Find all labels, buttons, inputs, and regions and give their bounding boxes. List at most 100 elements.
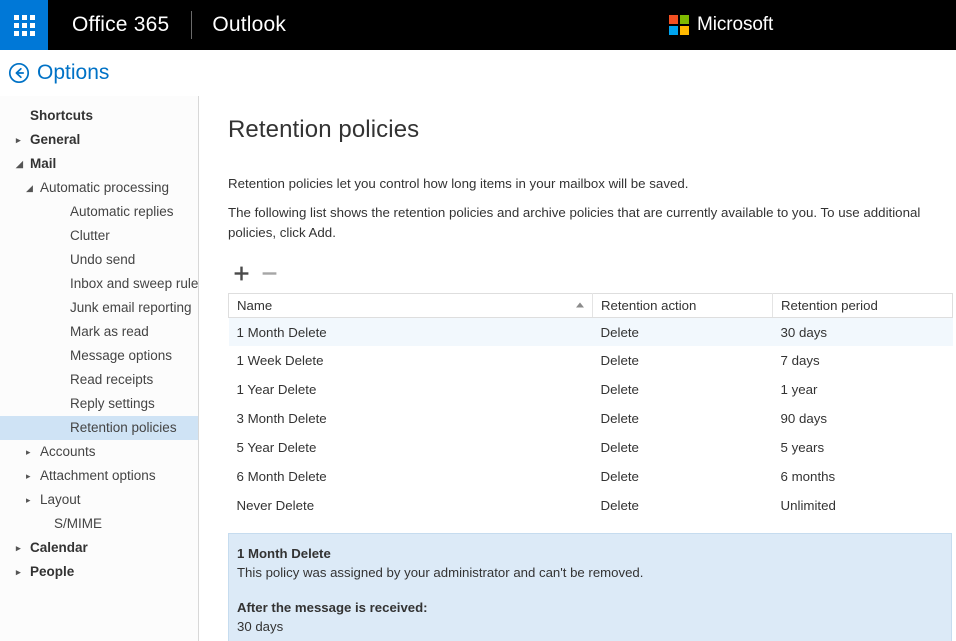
sidebar-item-reply-settings[interactable]: Reply settings (0, 392, 198, 416)
column-header-retention-action[interactable]: Retention action (593, 293, 773, 317)
sidebar-item-retention-policies[interactable]: Retention policies (0, 416, 198, 440)
sidebar-item-label: Message options (70, 344, 198, 368)
sidebar-item-layout[interactable]: ▸Layout (0, 488, 198, 512)
sidebar-item-label: S/MIME (54, 512, 198, 536)
options-sidebar[interactable]: Shortcuts▸General◢Mail◢Automatic process… (0, 96, 199, 641)
chevron-down-icon[interactable]: ◢ (26, 184, 38, 193)
policy-action-cell: Delete (593, 375, 773, 404)
sidebar-item-label: Mark as read (70, 320, 198, 344)
column-header-retention-action-label: Retention action (601, 298, 696, 313)
back-to-mail-button[interactable]: Options (8, 61, 109, 85)
sidebar-item-people[interactable]: ▸People (0, 560, 198, 584)
sidebar-item-label: Layout (40, 488, 198, 512)
sidebar-item-undo-send[interactable]: Undo send (0, 248, 198, 272)
table-row[interactable]: 1 Month DeleteDelete30 days (229, 317, 953, 346)
policy-name-cell: 6 Month Delete (229, 462, 593, 491)
policy-name-cell: 1 Year Delete (229, 375, 593, 404)
sidebar-item-calendar[interactable]: ▸Calendar (0, 536, 198, 560)
detail-policy-name: 1 Month Delete (237, 544, 937, 563)
chevron-right-icon[interactable]: ▸ (26, 496, 38, 505)
suite-bar: Office 365 Outlook Microsoft (0, 0, 956, 50)
sidebar-item-label: Automatic replies (70, 200, 198, 224)
detail-policy-note: This policy was assigned by your adminis… (237, 563, 937, 582)
options-title: Options (37, 61, 109, 85)
sidebar-item-automatic-processing[interactable]: ◢Automatic processing (0, 176, 198, 200)
chevron-right-icon[interactable]: ▸ (16, 544, 28, 553)
policy-action-cell: Delete (593, 404, 773, 433)
table-row[interactable]: Never DeleteDeleteUnlimited (229, 491, 953, 520)
twisty-spacer (56, 328, 68, 337)
table-row[interactable]: 6 Month DeleteDelete6 months (229, 462, 953, 491)
policy-name-cell: 5 Year Delete (229, 433, 593, 462)
policy-table-body: 1 Month DeleteDelete30 days1 Week Delete… (229, 317, 953, 520)
twisty-spacer (56, 280, 68, 289)
policy-period-cell: Unlimited (773, 491, 953, 520)
sidebar-item-attachment-options[interactable]: ▸Attachment options (0, 464, 198, 488)
policy-action-cell: Delete (593, 317, 773, 346)
column-header-name-label: Name (237, 298, 272, 313)
twisty-spacer (40, 520, 52, 529)
column-header-name[interactable]: Name (229, 293, 593, 317)
sidebar-item-message-options[interactable]: Message options (0, 344, 198, 368)
twisty-spacer (56, 232, 68, 241)
chevron-right-icon[interactable]: ▸ (26, 448, 38, 457)
table-row[interactable]: 3 Month DeleteDelete90 days (229, 404, 953, 433)
sidebar-item-shortcuts[interactable]: Shortcuts (0, 104, 198, 128)
chevron-right-icon[interactable]: ▸ (16, 136, 28, 145)
twisty-spacer (56, 352, 68, 361)
twisty-spacer (16, 112, 28, 121)
sidebar-item-label: Retention policies (70, 416, 198, 440)
retention-policy-table: Name Retention action Retention period 1… (228, 293, 953, 521)
app-launcher-button[interactable] (0, 0, 48, 50)
microsoft-logo-squares-icon (669, 15, 689, 35)
policy-action-cell: Delete (593, 346, 773, 375)
policy-name-cell: 1 Week Delete (229, 346, 593, 375)
detail-received-label: After the message is received: (237, 583, 937, 617)
intro-paragraph-2: The following list shows the retention p… (200, 193, 956, 242)
office365-brand-link[interactable]: Office 365 (48, 13, 191, 37)
remove-policy-button[interactable] (256, 261, 282, 287)
sidebar-item-read-receipts[interactable]: Read receipts (0, 368, 198, 392)
policy-action-cell: Delete (593, 462, 773, 491)
policy-period-cell: 7 days (773, 346, 953, 375)
sidebar-item-label: Undo send (70, 248, 198, 272)
table-row[interactable]: 1 Week DeleteDelete7 days (229, 346, 953, 375)
sidebar-item-s-mime[interactable]: S/MIME (0, 512, 198, 536)
sidebar-item-mark-as-read[interactable]: Mark as read (0, 320, 198, 344)
policy-action-cell: Delete (593, 491, 773, 520)
sidebar-item-junk-email-reporting[interactable]: Junk email reporting (0, 296, 198, 320)
table-row[interactable]: 1 Year DeleteDelete1 year (229, 375, 953, 404)
sidebar-item-label: Automatic processing (40, 176, 198, 200)
sidebar-item-label: People (30, 560, 198, 584)
add-policy-button[interactable] (228, 261, 254, 287)
policy-name-cell: 1 Month Delete (229, 317, 593, 346)
sidebar-item-mail[interactable]: ◢Mail (0, 152, 198, 176)
sidebar-item-label: Calendar (30, 536, 198, 560)
sidebar-item-automatic-replies[interactable]: Automatic replies (0, 200, 198, 224)
chevron-right-icon[interactable]: ▸ (16, 568, 28, 577)
sidebar-item-label: Reply settings (70, 392, 198, 416)
policy-table-header: Name Retention action Retention period (229, 293, 953, 317)
options-header: Options (0, 50, 956, 96)
sidebar-item-label: Mail (30, 152, 198, 176)
column-header-retention-period[interactable]: Retention period (773, 293, 953, 317)
chevron-right-icon[interactable]: ▸ (26, 472, 38, 481)
minus-icon (262, 266, 277, 281)
twisty-spacer (56, 304, 68, 313)
chevron-down-icon[interactable]: ◢ (16, 160, 28, 169)
back-circle-arrow-icon (8, 62, 30, 84)
microsoft-wordmark: Microsoft (697, 14, 773, 36)
outlook-app-link[interactable]: Outlook (192, 13, 306, 37)
plus-icon (234, 266, 249, 281)
sidebar-item-general[interactable]: ▸General (0, 128, 198, 152)
policy-list-toolbar (200, 242, 956, 293)
sidebar-item-accounts[interactable]: ▸Accounts (0, 440, 198, 464)
policy-period-cell: 6 months (773, 462, 953, 491)
sidebar-item-label: General (30, 128, 198, 152)
sidebar-item-clutter[interactable]: Clutter (0, 224, 198, 248)
policy-action-cell: Delete (593, 433, 773, 462)
detail-retention-label: After the retention period: (237, 636, 937, 641)
sidebar-item-inbox-and-sweep-rules[interactable]: Inbox and sweep rules (0, 272, 198, 296)
table-row[interactable]: 5 Year DeleteDelete5 years (229, 433, 953, 462)
policy-name-cell: 3 Month Delete (229, 404, 593, 433)
